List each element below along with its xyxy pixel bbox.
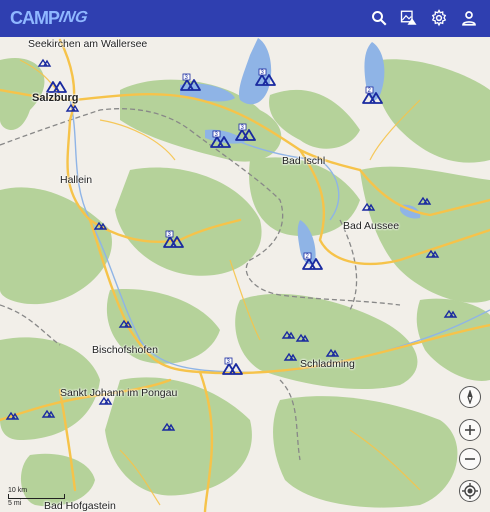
account-icon[interactable] [460, 9, 478, 27]
place-label-hallein: Hallein [60, 174, 93, 186]
logo-text-b: ING [57, 9, 90, 26]
campsite-marker[interactable] [46, 81, 67, 93]
campsite-marker[interactable] [444, 310, 457, 318]
my-location-button[interactable] [459, 480, 481, 502]
place-label-bischofshofen: Bischofshofen [92, 344, 158, 356]
campsite-marker[interactable] [119, 320, 132, 328]
camping-logo[interactable]: CAMP ING [10, 7, 90, 29]
place-label-bad-ischl: Bad Ischl [282, 155, 326, 167]
scale-line [8, 494, 65, 499]
campsite-marker[interactable] [66, 104, 79, 112]
campsite-marker[interactable] [162, 423, 175, 431]
campsite-marker[interactable] [418, 197, 431, 205]
campsite-marker[interactable] [42, 410, 55, 418]
map-canvas[interactable]: 3 3 2 3 3 3 2 3 [0, 37, 490, 512]
campsite-markers: 3 3 2 3 3 3 2 3 [6, 59, 457, 431]
plus-icon [465, 425, 475, 435]
compass-icon [467, 390, 473, 404]
search-icon[interactable] [370, 9, 388, 27]
campsite-marker[interactable] [222, 363, 243, 375]
campsite-marker[interactable] [362, 203, 375, 211]
top-app-bar: CAMP ING [0, 0, 490, 37]
zoom-out-button[interactable] [459, 448, 481, 470]
zoom-in-button[interactable] [459, 419, 481, 441]
crosshair-location-icon [462, 483, 478, 499]
gear-icon[interactable] [430, 9, 448, 27]
campsite-marker[interactable] [296, 334, 309, 342]
campsite-marker[interactable] [235, 129, 256, 141]
place-label-schladming: Schladming [300, 358, 355, 370]
mountain-map-icon[interactable] [398, 9, 420, 27]
campsite-marker[interactable] [210, 136, 231, 148]
compass-button[interactable] [459, 386, 481, 408]
campsite-marker[interactable] [282, 331, 295, 339]
place-label-salzburg: Salzburg [32, 92, 79, 104]
campsite-marker[interactable] [94, 222, 107, 230]
campsite-marker[interactable] [6, 412, 19, 420]
campsite-marker[interactable] [255, 74, 276, 86]
campsite-marker[interactable] [326, 349, 339, 357]
scale-mi-label: 5 mi [8, 500, 22, 507]
campsite-marker[interactable] [302, 258, 323, 270]
place-label-bad-aussee: Bad Aussee [343, 220, 400, 232]
campsite-marker[interactable] [362, 92, 383, 104]
logo-text-a: CAMP [10, 7, 60, 28]
campsite-marker[interactable] [284, 353, 297, 361]
scale-bar: 10 km 5 mi [8, 487, 65, 507]
campsite-marker[interactable] [180, 79, 201, 91]
campsite-marker[interactable] [38, 59, 51, 67]
campsite-marker[interactable] [426, 250, 439, 258]
place-label-st-johann: Sankt Johann im Pongau [60, 387, 178, 399]
campsite-marker-group [6, 59, 457, 431]
place-label-seekirchen: Seekirchen am Wallersee [28, 38, 148, 50]
scale-km-label: 10 km [8, 487, 28, 494]
minus-icon [465, 458, 475, 460]
campsite-marker[interactable] [163, 236, 184, 248]
